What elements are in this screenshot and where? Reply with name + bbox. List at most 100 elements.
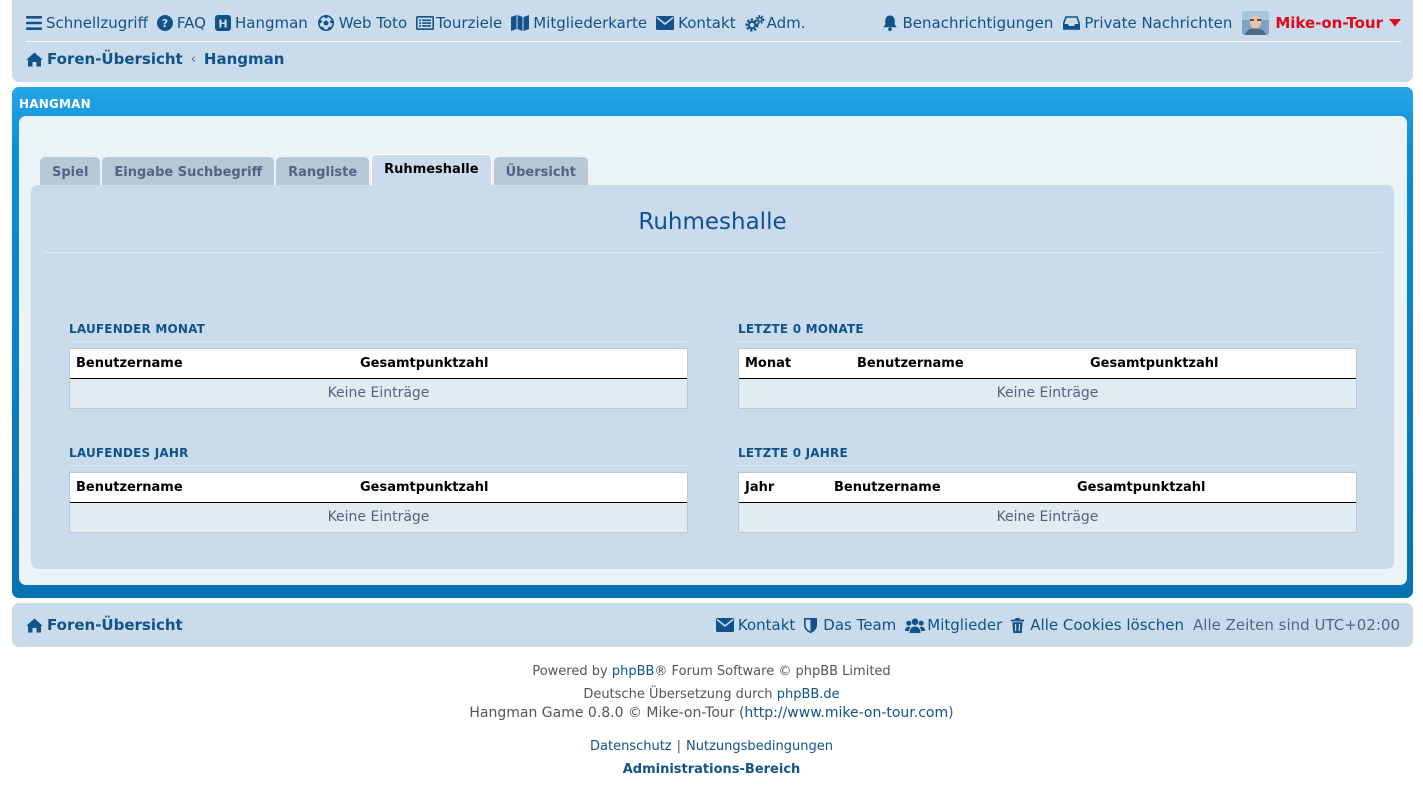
footer-links: Kontakt Das Team Mitglieder Alle Cookies…	[707, 616, 1400, 634]
block-last-months: LETZTE 0 MONATE Monat Benutzername Gesam…	[738, 322, 1357, 409]
col-points: Gesamtpunktzahl	[1077, 480, 1206, 495]
nav-admin[interactable]: Adm.	[745, 14, 805, 32]
col-month: Monat	[745, 356, 792, 371]
block-title: LETZTE 0 MONATE	[738, 322, 1357, 342]
block-title: LAUFENDER MONAT	[69, 322, 688, 342]
tab-spiel[interactable]: Spiel	[40, 157, 101, 187]
nav-quick-access-label: Schnellzugriff	[46, 14, 148, 32]
col-points: Gesamtpunktzahl	[1090, 356, 1219, 371]
block-title: LETZTE 0 JAHRE	[738, 446, 1357, 466]
content-box: Ruhmeshalle LAUFENDER MONAT Benutzername…	[31, 185, 1394, 569]
translation-prefix: Deutsche Übersetzung durch	[583, 687, 773, 702]
private-messages-label: Private Nachrichten	[1084, 14, 1233, 32]
table-empty-row: Keine Einträge	[739, 503, 1356, 532]
home-icon	[26, 52, 43, 67]
nav-quick-access[interactable]: Schnellzugriff	[26, 14, 148, 32]
tab-uebersicht[interactable]: Übersicht	[493, 157, 589, 187]
private-messages-link[interactable]: Private Nachrichten	[1063, 14, 1232, 32]
nav-hangman-label: Hangman	[234, 14, 308, 32]
block-current-month: LAUFENDER MONAT Benutzername Gesamtpunkt…	[69, 322, 688, 409]
table: Monat Benutzername Gesamtpunktzahl Keine…	[738, 348, 1357, 409]
nav-member-map-label: Mitgliederkarte	[533, 14, 648, 32]
col-username: Benutzername	[76, 480, 183, 495]
cogs-icon	[745, 14, 765, 32]
notifications-link[interactable]: Benachrichtigungen	[882, 14, 1053, 32]
footer-delete-cookies-label: Alle Cookies löschen	[1030, 616, 1185, 634]
table-header: Benutzername Gesamtpunktzahl	[70, 473, 687, 503]
envelope-icon	[715, 618, 734, 632]
nav-tourziele-label: Tourziele	[436, 14, 503, 32]
phpbb-de-link[interactable]: phpBB.de	[777, 687, 840, 702]
caret-down-icon	[1389, 19, 1401, 27]
powered-prefix: Powered by	[532, 664, 608, 679]
link-separator: |	[676, 739, 682, 754]
svg-text:?: ?	[162, 17, 168, 30]
table-empty-row: Keine Einträge	[739, 379, 1356, 408]
question-circle-icon: ?	[156, 15, 173, 31]
col-year: Jahr	[745, 480, 775, 495]
table: Jahr Benutzername Gesamtpunktzahl Keine …	[738, 472, 1357, 533]
nav-contact[interactable]: Kontakt	[656, 14, 736, 32]
header-divider	[26, 41, 1401, 42]
tab-rangliste[interactable]: Rangliste	[276, 157, 370, 187]
home-icon	[26, 618, 43, 633]
admin-panel-link[interactable]: Administrations-Bereich	[623, 762, 801, 777]
table: Benutzername Gesamtpunktzahl Keine Eintr…	[69, 472, 688, 533]
avatar	[1242, 11, 1270, 35]
navbar: Schnellzugriff ? FAQ H Hangman Web Toto	[26, 8, 1401, 38]
breadcrumb-home[interactable]: Foren-Übersicht	[47, 50, 183, 68]
inbox-icon	[1063, 16, 1081, 30]
nav-member-map[interactable]: Mitgliederkarte	[511, 14, 647, 32]
timezone-info: Alle Zeiten sind UTC+02:00	[1193, 616, 1400, 634]
footer-contact-label: Kontakt	[737, 616, 796, 634]
phpbb-link[interactable]: phpBB	[612, 664, 655, 679]
panel-inner: Spiel Eingabe Suchbegriff Rangliste Ruhm…	[19, 116, 1407, 585]
nav-tourziele[interactable]: Tourziele	[416, 14, 502, 32]
tab-bar: Spiel Eingabe Suchbegriff Rangliste Ruhm…	[40, 154, 590, 187]
svg-text:H: H	[218, 17, 227, 30]
privacy-link[interactable]: Datenschutz	[590, 739, 672, 754]
nav-hangman[interactable]: H Hangman	[214, 14, 308, 32]
col-username: Benutzername	[834, 480, 941, 495]
table-header: Benutzername Gesamtpunktzahl	[70, 349, 687, 379]
terms-link[interactable]: Nutzungsbedingungen	[686, 739, 833, 754]
footer-home-label: Foren-Übersicht	[47, 616, 183, 634]
footer-team-link[interactable]: Das Team	[804, 616, 896, 634]
mike-on-tour-link[interactable]: http://www.mike-on-tour.com	[744, 705, 948, 721]
tab-ruhmeshalle[interactable]: Ruhmeshalle	[371, 154, 492, 187]
col-points: Gesamtpunktzahl	[360, 356, 489, 371]
table: Benutzername Gesamtpunktzahl Keine Eintr…	[69, 348, 688, 409]
nav-right: Benachrichtigungen Private Nachrichten M…	[872, 11, 1401, 35]
menu-icon	[26, 16, 42, 30]
copyright-translation: Deutsche Übersetzung durch phpBB.de	[0, 687, 1423, 702]
map-icon	[511, 15, 530, 31]
footer-team-label: Das Team	[823, 616, 897, 634]
footer-members-link[interactable]: Mitglieder	[905, 616, 1002, 634]
col-username: Benutzername	[857, 356, 964, 371]
users-icon	[905, 618, 926, 633]
username: Mike-on-Tour	[1275, 14, 1383, 32]
notifications-label: Benachrichtigungen	[902, 14, 1054, 32]
hangman-suffix: )	[948, 705, 954, 721]
nav-web-toto[interactable]: Web Toto	[317, 14, 407, 32]
block-current-year: LAUFENDES JAHR Benutzername Gesamtpunktz…	[69, 446, 688, 533]
nav-faq[interactable]: ? FAQ	[156, 14, 206, 32]
table-empty-row: Keine Einträge	[70, 503, 687, 532]
list-box-icon	[416, 16, 435, 30]
breadcrumb: Foren-Übersicht ‹ Hangman	[26, 50, 284, 68]
user-menu[interactable]: Mike-on-Tour	[1242, 11, 1401, 35]
footer-contact-link[interactable]: Kontakt	[715, 616, 796, 634]
footer-home-link[interactable]: Foren-Übersicht	[26, 616, 183, 634]
block-last-years: LETZTE 0 JAHRE Jahr Benutzername Gesamtp…	[738, 446, 1357, 533]
panel-title: HANGMAN	[19, 97, 91, 111]
footer-delete-cookies-link[interactable]: Alle Cookies löschen	[1011, 616, 1184, 634]
admin-panel-row: Administrations-Bereich	[0, 762, 1423, 777]
title-divider	[43, 252, 1382, 253]
breadcrumb-separator-icon: ‹	[190, 51, 196, 67]
col-points: Gesamtpunktzahl	[360, 480, 489, 495]
copyright-hangman: Hangman Game 0.8.0 © Mike-on-Tour (http:…	[0, 705, 1423, 721]
footer-bar: Foren-Übersicht Kontakt Das Team Mitglie…	[12, 603, 1413, 647]
tab-eingabe-suchbegriff[interactable]: Eingabe Suchbegriff	[102, 157, 275, 187]
breadcrumb-current[interactable]: Hangman	[204, 50, 285, 68]
footer-legal-links: Datenschutz | Nutzungsbedingungen	[0, 739, 1423, 754]
